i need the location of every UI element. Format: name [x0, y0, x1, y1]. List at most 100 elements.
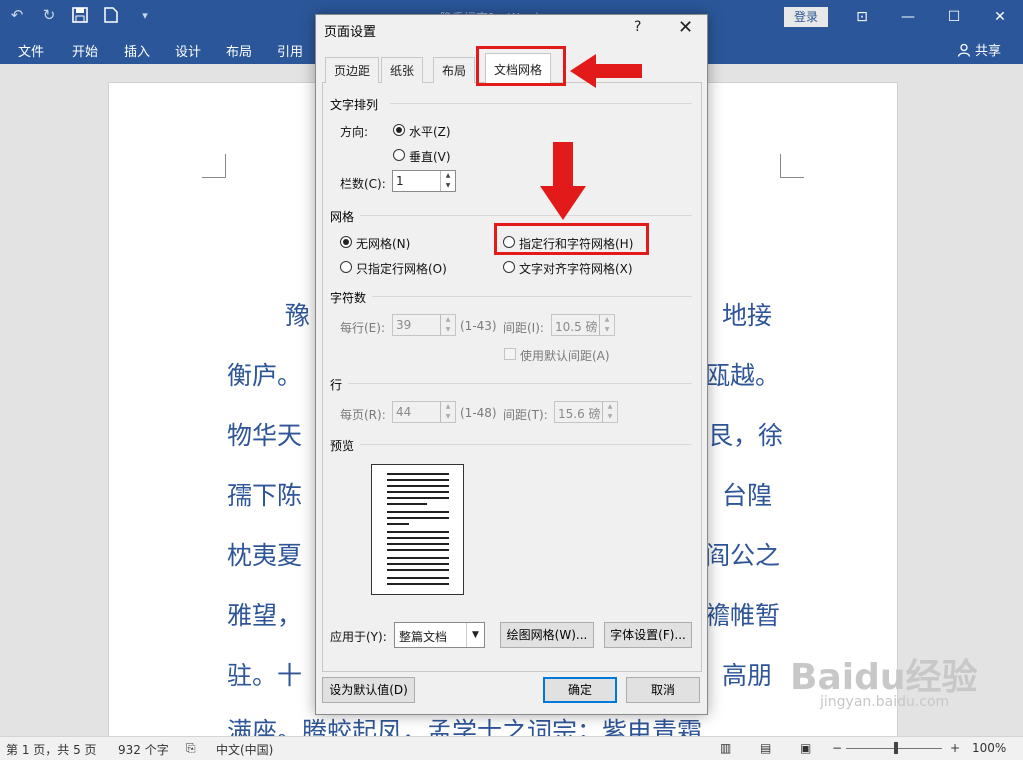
- proofing-icon[interactable]: ⎘: [186, 741, 196, 756]
- print-layout-icon[interactable]: ▤: [760, 741, 771, 755]
- zoom-slider-thumb[interactable]: [894, 742, 898, 754]
- quick-access-toolbar: ↶ ↻ ▾: [8, 6, 154, 24]
- doc-line-left: 衡庐。: [227, 361, 303, 390]
- minimize-icon[interactable]: —: [885, 0, 931, 34]
- preview-line: [387, 511, 449, 513]
- spin-up-icon: ▲: [607, 403, 613, 410]
- highlight-box-grid-option: [494, 223, 649, 255]
- set-default-button[interactable]: 设为默认值(D): [322, 677, 415, 703]
- line-pitch-label: 间距(T):: [503, 408, 548, 422]
- dialog-title: 页面设置: [324, 25, 377, 40]
- font-settings-button[interactable]: 字体设置(F)...: [604, 622, 692, 648]
- maximize-icon[interactable]: ☐: [931, 0, 977, 34]
- divider: [360, 215, 692, 216]
- web-layout-icon[interactable]: ▣: [800, 741, 811, 755]
- doc-line-right: 地接: [722, 301, 773, 330]
- lines-only-grid-radio[interactable]: [340, 261, 352, 273]
- dialog-close-button[interactable]: ✕: [678, 17, 693, 38]
- preview-line: [387, 473, 449, 475]
- spin-up-icon: ▲: [445, 403, 451, 410]
- columns-value: 1: [396, 174, 404, 188]
- preview-line: [387, 517, 449, 519]
- share-label: 共享: [974, 44, 1001, 59]
- lines-per-page-value: 44: [396, 405, 412, 419]
- preview-line: [387, 583, 449, 585]
- word-count[interactable]: 932 个字: [118, 741, 169, 758]
- cancel-button[interactable]: 取消: [626, 677, 700, 703]
- redo-icon[interactable]: ↻: [40, 6, 58, 24]
- tab-paper[interactable]: 纸张: [381, 57, 424, 83]
- baidu-watermark: Baidu经验: [790, 657, 978, 698]
- spinner-arrows: ▲ ▼: [602, 402, 617, 422]
- page-setup-dialog: 页面设置 ? ✕ 页边距 纸张 布局 文档网格 文字排列 方向: 水平(Z) 垂…: [315, 14, 708, 715]
- preview-line: [387, 491, 449, 493]
- spinner-arrows[interactable]: ▲ ▼: [440, 171, 455, 191]
- login-button[interactable]: 登录: [784, 7, 828, 27]
- ribbon-display-options-icon[interactable]: ⊡: [839, 0, 885, 34]
- margin-corner-top-left: [202, 154, 226, 178]
- chars-per-line-value: 39: [396, 318, 412, 332]
- lines-only-grid-label[interactable]: 只指定行网格(O): [356, 260, 447, 277]
- undo-icon[interactable]: ↶: [8, 6, 26, 24]
- line-pitch-spinner: 15.6 磅 ▲ ▼: [554, 401, 618, 423]
- lines-per-page-range: (1-48): [460, 406, 497, 420]
- baidu-watermark-url: jingyan.baidu.com: [820, 694, 950, 710]
- tab-references[interactable]: 引用: [277, 41, 303, 60]
- red-arrow-left-icon: [570, 54, 642, 88]
- preview-line: [387, 531, 449, 533]
- apply-to-select[interactable]: 整篇文档 ▼: [394, 622, 485, 648]
- save-icon[interactable]: [72, 7, 90, 23]
- spinner-arrows: ▲ ▼: [599, 315, 614, 335]
- chars-per-line-range: (1-43): [460, 319, 497, 333]
- vertical-radio[interactable]: [393, 149, 405, 161]
- window-controls: ⊡ — ☐ ✕: [839, 0, 1023, 34]
- page-info[interactable]: 第 1 页，共 5 页: [6, 741, 97, 758]
- zoom-in-icon[interactable]: +: [950, 741, 960, 755]
- tab-margins[interactable]: 页边距: [325, 57, 380, 83]
- tab-insert[interactable]: 插入: [124, 41, 150, 60]
- divider: [372, 296, 692, 297]
- no-grid-label[interactable]: 无网格(N): [356, 235, 410, 252]
- line-pitch-value: 15.6 磅: [558, 407, 601, 421]
- char-pitch-label: 间距(I):: [503, 321, 544, 335]
- no-grid-radio[interactable]: [340, 236, 352, 248]
- horizontal-radio[interactable]: [393, 124, 405, 136]
- help-button[interactable]: ?: [634, 19, 641, 35]
- tab-layout[interactable]: 布局: [226, 41, 252, 60]
- read-mode-icon[interactable]: ▥: [720, 741, 731, 755]
- tab-home[interactable]: 开始: [72, 41, 98, 60]
- preview-line: [387, 503, 427, 505]
- tab-design[interactable]: 设计: [175, 41, 201, 60]
- draw-grid-button[interactable]: 绘图网格(W)...: [500, 622, 594, 648]
- columns-spinner[interactable]: 1 ▲ ▼: [392, 170, 456, 192]
- spin-down-icon[interactable]: ▼: [441, 181, 455, 191]
- preview-line: [387, 549, 449, 551]
- doc-line-right: 高朋: [722, 661, 773, 690]
- spin-down-icon: ▼: [604, 326, 610, 333]
- doc-line-right: 瓯越。: [705, 361, 781, 390]
- section-characters: 字符数: [330, 291, 367, 305]
- doc-line-left: 枕夷夏: [227, 541, 303, 570]
- snap-char-grid-radio[interactable]: [503, 261, 515, 273]
- tab-layout-dialog[interactable]: 布局: [433, 57, 476, 83]
- horizontal-label[interactable]: 水平(Z): [409, 123, 451, 140]
- chevron-down-icon[interactable]: ▼: [466, 623, 484, 647]
- snap-char-grid-label[interactable]: 文字对齐字符网格(X): [519, 260, 633, 277]
- doc-line-left: 驻。十: [227, 661, 303, 690]
- language-indicator[interactable]: 中文(中国): [216, 741, 273, 758]
- ok-button[interactable]: 确定: [543, 677, 617, 703]
- new-document-icon[interactable]: [104, 7, 122, 23]
- customize-qat-icon[interactable]: ▾: [136, 9, 154, 22]
- doc-line-left: 物华天: [227, 421, 303, 450]
- spin-up-icon: ▲: [604, 316, 610, 323]
- window-close-icon[interactable]: ✕: [977, 0, 1023, 34]
- default-pitch-checkbox: [504, 348, 516, 360]
- tab-file[interactable]: 文件: [18, 41, 44, 60]
- zoom-out-icon[interactable]: −: [832, 741, 842, 755]
- share-button[interactable]: 共享: [957, 40, 1001, 59]
- doc-line-right: 艮，徐: [708, 421, 784, 450]
- spin-up-icon[interactable]: ▲: [441, 171, 455, 181]
- vertical-label[interactable]: 垂直(V): [409, 148, 451, 165]
- char-pitch-spinner: 10.5 磅 ▲ ▼: [551, 314, 615, 336]
- zoom-level[interactable]: 100%: [972, 741, 1006, 755]
